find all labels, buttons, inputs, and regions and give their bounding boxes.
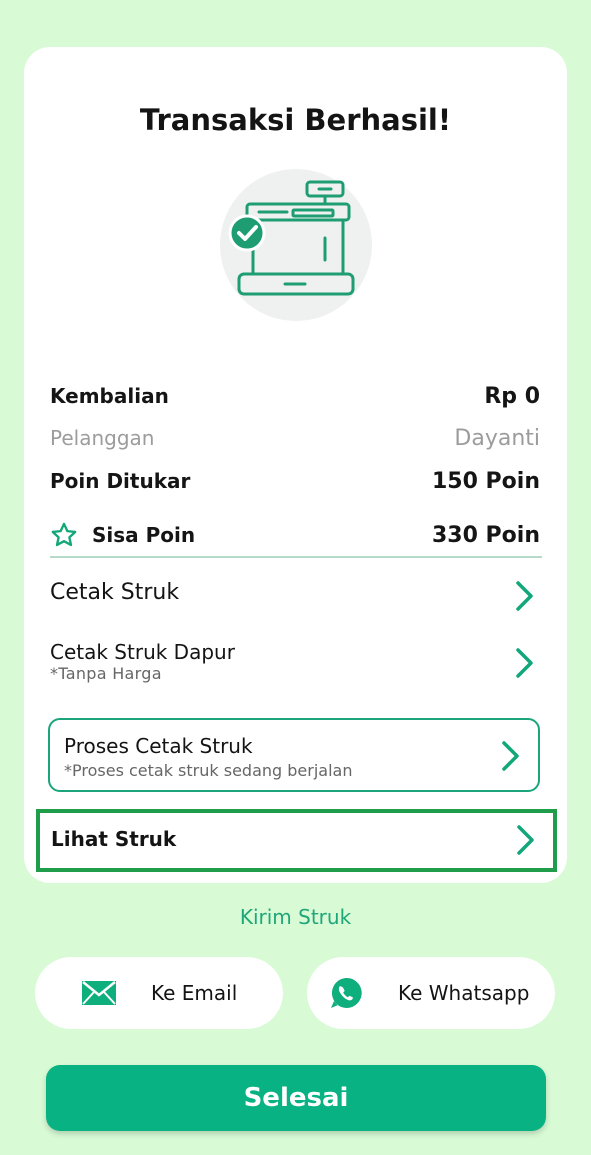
proses-cetak-struk-title: Proses Cetak Struk bbox=[64, 734, 253, 758]
divider bbox=[50, 556, 542, 558]
email-label: Ke Email bbox=[151, 981, 238, 1005]
poin-ditukar-label: Poin Ditukar bbox=[50, 469, 191, 493]
whatsapp-icon bbox=[331, 977, 362, 1008]
kembalian-value: Rp 0 bbox=[484, 383, 540, 409]
proses-cetak-struk-box[interactable]: Proses Cetak Struk *Proses cetak struk s… bbox=[48, 718, 540, 792]
check-circle-icon bbox=[228, 214, 266, 252]
sisa-poin-value: 330 Poin bbox=[431, 522, 540, 548]
cetak-struk-dapur-note: *Tanpa Harga bbox=[50, 664, 162, 683]
star-icon bbox=[51, 522, 77, 547]
cetak-struk-dapur-label: Cetak Struk Dapur bbox=[50, 640, 235, 664]
cetak-struk-item[interactable]: Cetak Struk bbox=[50, 580, 540, 620]
email-icon bbox=[82, 981, 116, 1005]
chevron-right-icon[interactable] bbox=[514, 824, 536, 856]
whatsapp-label: Ke Whatsapp bbox=[398, 981, 530, 1005]
kembalian-label: Kembalian bbox=[50, 384, 169, 408]
chevron-right-icon[interactable] bbox=[513, 647, 535, 679]
pelanggan-row: Pelanggan Dayanti bbox=[50, 421, 540, 455]
chevron-right-icon[interactable] bbox=[499, 740, 521, 772]
chevron-right-icon[interactable] bbox=[513, 580, 535, 612]
email-button[interactable]: Ke Email bbox=[35, 957, 283, 1029]
proses-cetak-struk-note: *Proses cetak struk sedang berjalan bbox=[64, 761, 353, 780]
kirim-struk-heading: Kirim Struk bbox=[239, 905, 352, 929]
cash-register-icon bbox=[220, 169, 372, 321]
sisa-poin-row: Sisa Poin 330 Poin bbox=[50, 518, 540, 552]
selesai-button[interactable]: Selesai bbox=[46, 1065, 546, 1131]
poin-ditukar-value: 150 Poin bbox=[431, 468, 540, 494]
lihat-struk-label: Lihat Struk bbox=[51, 827, 177, 851]
page-title: Transaksi Berhasil! bbox=[139, 103, 452, 137]
lihat-struk-item[interactable]: Lihat Struk bbox=[36, 809, 557, 872]
sisa-poin-label: Sisa Poin bbox=[92, 523, 196, 547]
pelanggan-value: Dayanti bbox=[454, 425, 540, 451]
cetak-struk-dapur-item[interactable]: Cetak Struk Dapur *Tanpa Harga bbox=[50, 640, 540, 690]
pelanggan-label: Pelanggan bbox=[50, 426, 155, 450]
poin-ditukar-row: Poin Ditukar 150 Poin bbox=[50, 464, 540, 498]
whatsapp-button[interactable]: Ke Whatsapp bbox=[307, 957, 555, 1029]
kembalian-row: Kembalian Rp 0 bbox=[50, 379, 540, 413]
cetak-struk-label: Cetak Struk bbox=[50, 580, 180, 605]
